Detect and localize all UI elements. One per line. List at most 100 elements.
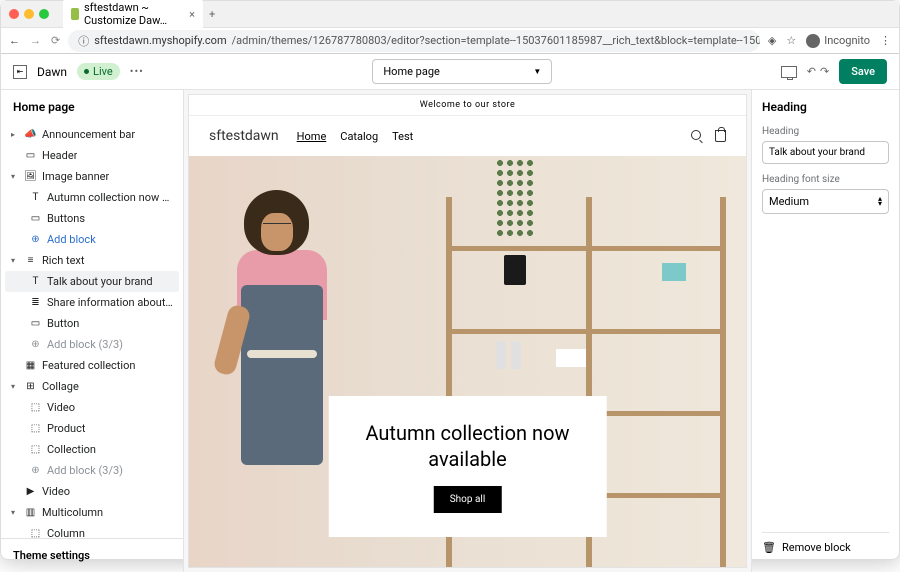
- viewport-selector[interactable]: [781, 66, 797, 78]
- close-window-icon[interactable]: [9, 9, 19, 19]
- sidebar-item-7[interactable]: T Talk about your brand: [5, 271, 179, 292]
- maximize-window-icon[interactable]: [39, 9, 49, 19]
- sidebar-item-label: Announcement bar: [42, 128, 135, 141]
- search-icon[interactable]: [691, 130, 701, 140]
- sidebar-item-label: Multicolumn: [42, 506, 103, 519]
- hero-heading: Autumn collection now available: [364, 420, 571, 472]
- sidebar-item-4[interactable]: ▭Buttons: [5, 208, 179, 229]
- select-stepper-icon: ▴▾: [878, 197, 882, 207]
- url-domain: sftestdawn.myshopify.com: [94, 34, 226, 47]
- font-size-field-label: Heading font size: [762, 174, 889, 185]
- nav-link-catalog[interactable]: Catalog: [340, 130, 378, 143]
- cart-icon[interactable]: [715, 130, 726, 142]
- header-icon: ▭: [24, 149, 37, 162]
- sidebar-item-11[interactable]: ▦Featured collection: [5, 355, 179, 376]
- bookmark-icon[interactable]: ☆: [786, 34, 796, 47]
- +-icon: ⊕: [29, 338, 42, 351]
- more-actions-button[interactable]: •••: [130, 65, 144, 78]
- sidebar-item-6[interactable]: ▾ ≡ Rich text: [5, 250, 179, 271]
- cols-icon: ▥: [24, 506, 37, 519]
- forward-button: →: [30, 34, 41, 47]
- sidebar-item-14[interactable]: ⬚Product: [5, 418, 179, 439]
- sidebar-item-label: Video: [42, 485, 70, 498]
- chevron-icon: [11, 151, 19, 160]
- chevron-icon: ▸: [11, 130, 19, 139]
- reload-button[interactable]: ⟳: [51, 34, 60, 47]
- sidebar-item-label: Collage: [42, 380, 79, 393]
- btn-icon: ▭: [29, 212, 42, 225]
- browser-tab[interactable]: sftestdawn ~ Customize Daw… ×: [63, 0, 203, 31]
- font-size-value: Medium: [769, 195, 809, 208]
- chevron-icon: ▾: [11, 172, 19, 181]
- hero-image-banner: Autumn collection now available Shop all: [189, 156, 746, 567]
- extension-icon[interactable]: ◈: [768, 34, 776, 47]
- chevron-icon: ▾: [11, 256, 19, 265]
- minimize-window-icon[interactable]: [24, 9, 34, 19]
- sidebar-item-15[interactable]: ⬚Collection: [5, 439, 179, 460]
- sidebar-item-17[interactable]: ▶ Video: [5, 481, 179, 502]
- menu-icon[interactable]: ⋮: [880, 34, 891, 47]
- address-bar[interactable]: ⓘ sftestdawn.myshopify.com/admin/themes/…: [68, 30, 760, 52]
- page-selector[interactable]: Home page ▼: [372, 59, 552, 84]
- nav-link-test[interactable]: Test: [392, 130, 413, 143]
- new-tab-button[interactable]: +: [209, 8, 215, 21]
- sidebar-item-label: Column: [47, 527, 85, 538]
- text-icon: ≡: [24, 254, 37, 267]
- sidebar-item-18[interactable]: ▾▥Multicolumn: [5, 502, 179, 523]
- incognito-label: Incognito: [824, 34, 870, 47]
- sidebar-item-label: Talk about your brand: [47, 275, 153, 288]
- favicon-icon: [71, 8, 79, 20]
- undo-button[interactable]: ↶: [807, 65, 816, 78]
- heading-input[interactable]: [762, 141, 889, 164]
- theme-name: Dawn: [37, 65, 67, 79]
- sidebar-item-2[interactable]: ▾🖼Image banner: [5, 166, 179, 187]
- sidebar-item-0[interactable]: ▸📣Announcement bar: [5, 124, 179, 145]
- back-button[interactable]: ←: [9, 34, 20, 47]
- font-size-select[interactable]: Medium ▴▾: [762, 189, 889, 214]
- url-path: /admin/themes/126787780803/editor?sectio…: [232, 34, 760, 47]
- sidebar-item-label: Rich text: [42, 254, 85, 267]
- sidebar-item-label: Product: [47, 422, 85, 435]
- announcement-bar: Welcome to our store: [189, 95, 746, 116]
- inspector-title: Heading: [762, 100, 889, 114]
- btn-icon: ▭: [29, 317, 42, 330]
- live-label: Live: [93, 65, 113, 78]
- collage-icon: ⊞: [24, 380, 37, 393]
- remove-block-button[interactable]: 🗑 Remove block: [762, 532, 889, 562]
- image-icon: 🖼: [24, 170, 37, 183]
- profile-button[interactable]: Incognito: [806, 34, 870, 48]
- redo-button[interactable]: ↷: [820, 65, 829, 78]
- chevron-down-icon: ▼: [533, 67, 541, 76]
- sidebar-item-5[interactable]: ⊕Add block: [5, 229, 179, 250]
- save-button[interactable]: Save: [839, 59, 887, 84]
- frame-icon: ⬚: [29, 401, 42, 414]
- chevron-icon: ▾: [11, 382, 19, 391]
- sidebar-item-10[interactable]: ⊕ Add block (3/3): [5, 334, 179, 355]
- avatar-icon: [806, 34, 820, 48]
- window-controls[interactable]: [9, 9, 49, 19]
- hero-button[interactable]: Shop all: [434, 486, 502, 513]
- sidebar-item-16[interactable]: ⊕Add block (3/3): [5, 460, 179, 481]
- hero-card: Autumn collection now available Shop all: [328, 396, 607, 537]
- site-info-icon[interactable]: ⓘ: [78, 33, 89, 49]
- close-tab-icon[interactable]: ×: [189, 8, 195, 21]
- heading-field-label: Heading: [762, 126, 889, 137]
- sidebar-item-9[interactable]: ▭Button: [5, 313, 179, 334]
- sidebar-item-8[interactable]: ≣Share information about your b…: [5, 292, 179, 313]
- sidebar-item-13[interactable]: ⬚Video: [5, 397, 179, 418]
- nav-link-home[interactable]: Home: [297, 130, 327, 143]
- sidebar-item-12[interactable]: ▾ ⊞ Collage: [5, 376, 179, 397]
- sidebar-item-label: Featured collection: [42, 359, 135, 372]
- sidebar-item-3[interactable]: TAutumn collection now available: [5, 187, 179, 208]
- theme-settings-button[interactable]: Theme settings: [1, 538, 183, 572]
- sidebar-item-19[interactable]: ⬚Column: [5, 523, 179, 538]
- store-name: sftestdawn: [209, 128, 279, 144]
- play-icon: ▶: [24, 485, 37, 498]
- T-icon: T: [29, 191, 42, 204]
- T-icon: T: [29, 275, 42, 288]
- sidebar-item-label: Add block (3/3): [47, 338, 123, 351]
- sidebar-item-1[interactable]: ▭Header: [5, 145, 179, 166]
- exit-editor-button[interactable]: ⇤: [13, 65, 27, 79]
- live-badge: Live: [77, 63, 120, 80]
- trash-icon: 🗑: [762, 541, 776, 554]
